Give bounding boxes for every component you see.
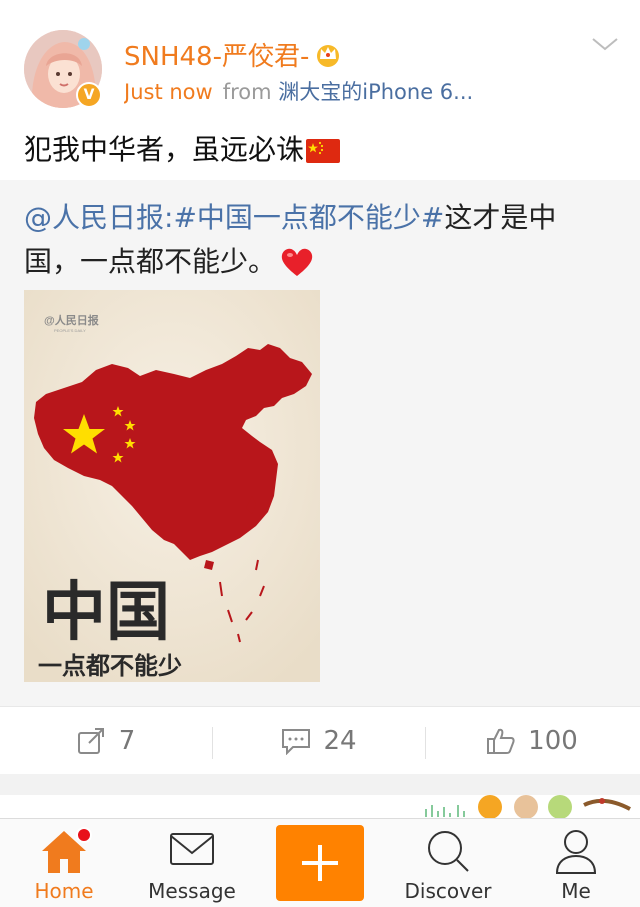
svg-text:PEOPLE'S DAILY: PEOPLE'S DAILY <box>54 328 86 333</box>
repost-button[interactable]: 7 <box>0 707 212 774</box>
action-bar: 7 24 100 <box>0 706 640 774</box>
plus-icon <box>302 845 338 881</box>
tab-message[interactable]: Message <box>128 819 256 907</box>
comment-count: 24 <box>323 725 357 756</box>
bottom-tab-bar: Home Message Discover Me <box>0 818 640 907</box>
heart-icon <box>280 246 314 290</box>
tab-discover-label: Discover <box>404 879 492 903</box>
post-time: Just now <box>124 80 213 104</box>
hashtag-link[interactable]: #中国一点都不能少# <box>173 201 444 234</box>
post-text: 犯我中华者，虽远必诛 <box>24 128 341 170</box>
retweeted-post[interactable]: @人民日报:#中国一点都不能少#这才是中国，一点都不能少。 @人民日报 PEOP… <box>0 180 640 706</box>
compose-button[interactable] <box>276 825 364 901</box>
tab-message-label: Message <box>148 879 236 903</box>
poster-subtitle: 一点都不能少 <box>38 651 182 680</box>
repost-count: 7 <box>118 725 136 756</box>
verified-badge-icon: V <box>76 82 102 108</box>
like-count: 100 <box>528 725 578 756</box>
username[interactable]: SNH48-严佼君- <box>124 36 343 74</box>
tab-me[interactable]: Me <box>512 819 640 907</box>
device-source[interactable]: 渊大宝的iPhone 6... <box>278 80 473 104</box>
notification-dot <box>76 827 92 843</box>
poster-image[interactable]: @人民日报 PEOPLE'S DAILY 中国 一点都不能少 <box>24 290 320 682</box>
envelope-icon <box>170 833 214 865</box>
comment-icon <box>282 728 311 755</box>
mention-link[interactable]: @人民日报 <box>24 201 164 234</box>
retweet-text: @人民日报:#中国一点都不能少#这才是中国，一点都不能少。 <box>24 196 604 290</box>
tab-me-label: Me <box>561 879 591 903</box>
poster-title: 中国 <box>42 575 170 650</box>
repost-icon <box>77 727 104 754</box>
svg-text:@人民日报: @人民日报 <box>44 313 100 327</box>
post-meta: Just now from 渊大宝的iPhone 6... <box>124 76 504 106</box>
thumbs-up-icon <box>487 728 515 754</box>
comment-button[interactable]: 24 <box>213 707 425 774</box>
profile-icon <box>555 830 597 874</box>
like-button[interactable]: 100 <box>426 707 638 774</box>
chevron-down-icon[interactable] <box>590 34 620 54</box>
tab-discover[interactable]: Discover <box>384 819 512 907</box>
search-icon <box>428 831 469 872</box>
weibo-post-card: V SNH48-严佼君- Just now from 渊大宝的iPhone 6..… <box>0 0 640 774</box>
tab-home[interactable]: Home <box>0 819 128 907</box>
tab-home-label: Home <box>34 879 94 903</box>
crown-icon <box>313 41 343 74</box>
from-label: from <box>222 80 272 104</box>
china-flag-icon <box>306 137 341 170</box>
